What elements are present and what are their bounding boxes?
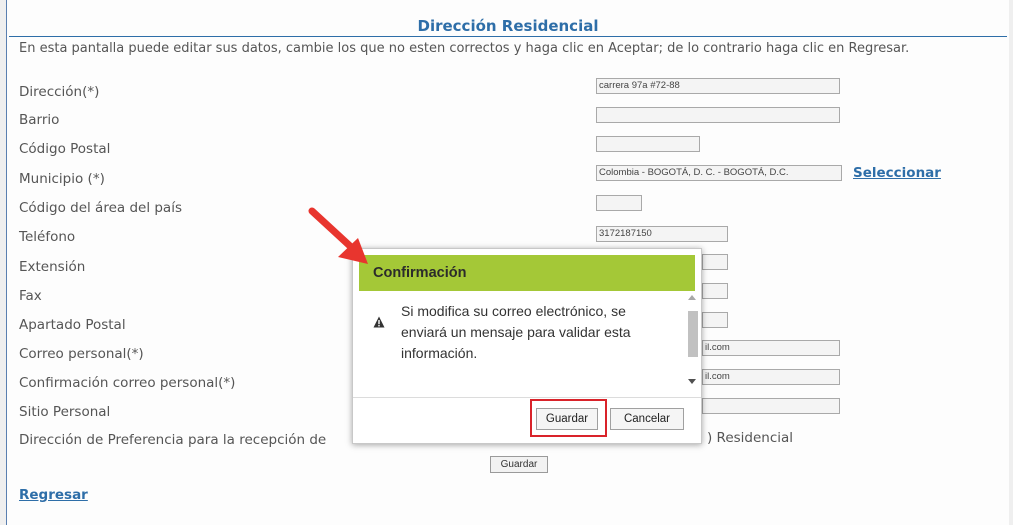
- scroll-down-arrow-icon[interactable]: [688, 379, 696, 384]
- apartado-label: Apartado Postal: [19, 317, 126, 333]
- extension-label: Extensión: [19, 259, 86, 275]
- dialog-message-line: enviará un mensaje para validar esta: [401, 324, 631, 340]
- dialog-cancelar-button[interactable]: Cancelar: [610, 408, 684, 430]
- direccion-label: Dirección(*): [19, 84, 100, 100]
- municipio-label: Municipio (*): [19, 171, 105, 187]
- seleccionar-link[interactable]: Seleccionar: [853, 165, 941, 181]
- dialog-scrollbar[interactable]: [687, 295, 698, 389]
- dialog-guardar-button[interactable]: Guardar: [536, 408, 598, 430]
- dialog-message-line: información.: [401, 345, 478, 361]
- extension-field[interactable]: [702, 254, 728, 270]
- correo-label: Correo personal(*): [19, 346, 144, 362]
- dialog-divider: [353, 397, 701, 398]
- telefono-field[interactable]: 3172187150: [596, 226, 728, 242]
- fax-field[interactable]: [702, 283, 728, 299]
- page-title: Dirección Residencial: [417, 17, 599, 35]
- confirm-correo-label: Confirmación correo personal(*): [19, 375, 236, 391]
- municipio-field[interactable]: Colombia - BOGOTÁ, D. C. - BOGOTÁ, D.C.: [596, 165, 842, 181]
- correo-field[interactable]: il.com: [702, 340, 840, 356]
- codigo-area-label: Código del área del país: [19, 200, 182, 216]
- confirm-correo-field[interactable]: il.com: [702, 369, 840, 385]
- preferencia-label: Dirección de Preferencia para la recepci…: [19, 432, 327, 448]
- red-arrow-icon: [308, 207, 368, 264]
- dialog-title: Confirmación: [373, 265, 467, 281]
- dialog-message-line: Si modifica su correo electrónico, se: [401, 303, 626, 319]
- guardar-form-button[interactable]: Guardar: [490, 456, 548, 473]
- codigo-postal-label: Código Postal: [19, 141, 111, 157]
- dialog-header: Confirmación: [359, 255, 695, 291]
- barrio-field[interactable]: [596, 107, 840, 123]
- title-divider: [9, 36, 1007, 37]
- sitio-field[interactable]: [702, 398, 840, 414]
- radio-residencial[interactable]: ) Residencial: [707, 430, 793, 446]
- direccion-field[interactable]: carrera 97a #72-88: [596, 78, 840, 94]
- dialog-message: Si modifica su correo electrónico, se en…: [401, 301, 691, 364]
- scrollbar-thumb[interactable]: [688, 311, 698, 357]
- fax-label: Fax: [19, 288, 42, 304]
- dialog-body: Si modifica su correo electrónico, se en…: [359, 291, 698, 393]
- warning-icon: [373, 316, 385, 328]
- intro-text: En esta pantalla puede editar sus datos,…: [19, 41, 910, 56]
- codigo-area-field[interactable]: [596, 195, 642, 211]
- barrio-label: Barrio: [19, 112, 60, 128]
- confirm-dialog: Confirmación Si modifica su correo elect…: [352, 248, 702, 444]
- regresar-link[interactable]: Regresar: [19, 487, 88, 503]
- apartado-field[interactable]: [702, 312, 728, 328]
- sitio-label: Sitio Personal: [19, 404, 111, 420]
- codigo-postal-field[interactable]: [596, 136, 700, 152]
- scroll-up-arrow-icon[interactable]: [688, 295, 696, 300]
- telefono-label: Teléfono: [19, 229, 76, 245]
